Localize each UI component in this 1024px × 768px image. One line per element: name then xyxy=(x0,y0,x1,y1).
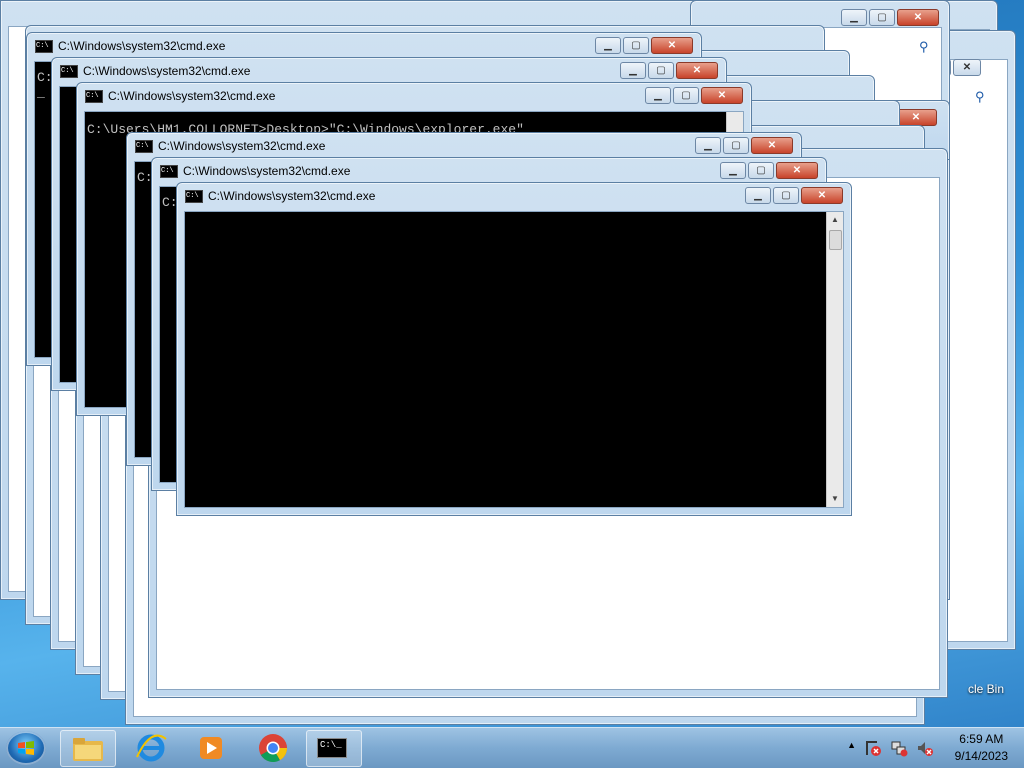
cmd-icon: C:\ xyxy=(85,89,103,103)
clock-time: 6:59 AM xyxy=(959,732,1004,746)
minimize-button[interactable]: ▁ xyxy=(620,62,646,79)
window-controls: ▁▢✕ xyxy=(695,137,793,154)
maximize-button[interactable]: ▢ xyxy=(723,137,749,154)
vertical-scrollbar[interactable]: ▲ ▼ xyxy=(826,212,843,507)
chrome-icon xyxy=(259,734,287,762)
internet-explorer-icon xyxy=(136,734,167,762)
close-button[interactable]: ✕ xyxy=(701,87,743,104)
cmd-icon: C:\ xyxy=(60,64,78,78)
maximize-button[interactable]: ▢ xyxy=(748,162,774,179)
title-bar: C:\ C:\Windows\system32\cmd.exe xyxy=(85,89,275,103)
close-button[interactable]: ✕ xyxy=(895,109,937,126)
folder-icon xyxy=(73,738,103,761)
console-area[interactable]: ▲ ▼ xyxy=(184,211,844,508)
minimize-button[interactable]: ▁ xyxy=(645,87,671,104)
window-controls: ▁▢✕ xyxy=(841,9,939,26)
scroll-up-arrow[interactable]: ▲ xyxy=(827,212,843,228)
minimize-button[interactable]: ▁ xyxy=(720,162,746,179)
cmd-icon: C:\_ xyxy=(317,738,347,758)
maximize-button[interactable]: ▢ xyxy=(648,62,674,79)
title-bar: C:\ C:\Windows\system32\cmd.exe xyxy=(160,164,350,178)
window-controls: ▁▢✕ xyxy=(745,187,843,204)
cmd-icon: C:\ xyxy=(160,164,178,178)
start-button[interactable] xyxy=(6,731,46,765)
recycle-bin-label[interactable]: cle Bin xyxy=(968,682,1004,696)
window-title: C:\Windows\system32\cmd.exe xyxy=(183,164,351,178)
close-button[interactable]: ✕ xyxy=(801,187,843,204)
window-controls: ▁▢✕ xyxy=(620,62,718,79)
taskbar-cmd-button[interactable]: C:\_ xyxy=(306,730,362,767)
maximize-button[interactable]: ▢ xyxy=(673,87,699,104)
title-bar: C:\ C:\Windows\system32\cmd.exe xyxy=(35,39,225,53)
maximize-button[interactable]: ▢ xyxy=(869,9,895,26)
close-button[interactable]: ✕ xyxy=(776,162,818,179)
network-icon[interactable] xyxy=(890,739,908,757)
clock-date: 9/14/2023 xyxy=(954,749,1008,763)
taskbar-media-player-button[interactable] xyxy=(184,730,238,765)
search-icon[interactable]: ⚲ xyxy=(975,89,991,105)
taskbar-explorer-button[interactable] xyxy=(60,730,116,767)
taskbar-ie-button[interactable] xyxy=(124,730,178,765)
window-controls: ▁▢✕ xyxy=(645,87,743,104)
minimize-button[interactable]: ▁ xyxy=(745,187,771,204)
title-bar: C:\ C:\Windows\system32\cmd.exe xyxy=(185,189,375,203)
taskbar-chrome-button[interactable] xyxy=(246,730,300,765)
scroll-down-arrow[interactable]: ▼ xyxy=(827,491,843,507)
minimize-button[interactable]: ▁ xyxy=(841,9,867,26)
close-button[interactable]: ✕ xyxy=(676,62,718,79)
cmd-window-6[interactable]: C:\ C:\Windows\system32\cmd.exe ▁ ▢ ✕ ▲ ▼ xyxy=(176,182,852,516)
close-button[interactable]: ✕ xyxy=(953,59,981,76)
cmd-icon: C:\ xyxy=(35,39,53,53)
search-icon[interactable]: ⚲ xyxy=(919,39,935,55)
title-bar: C:\ C:\Windows\system32\cmd.exe xyxy=(135,139,325,153)
window-title: C:\Windows\system32\cmd.exe xyxy=(83,64,251,78)
taskbar: C:\_ ▲ 6:59 AM 9/14/2023 xyxy=(0,727,1024,768)
volume-muted-icon[interactable] xyxy=(916,739,934,757)
show-hidden-icons-icon[interactable]: ▲ xyxy=(847,740,856,750)
close-button[interactable]: ✕ xyxy=(751,137,793,154)
window-controls: ▁▢✕ xyxy=(720,162,818,179)
window-title: C:\Windows\system32\cmd.exe xyxy=(158,139,326,153)
window-title: C:\Windows\system32\cmd.exe xyxy=(108,89,276,103)
window-controls: ▁▢✕ xyxy=(595,37,693,54)
cmd-icon: C:\ xyxy=(135,139,153,153)
close-button[interactable]: ✕ xyxy=(897,9,939,26)
windows-logo-icon xyxy=(18,741,34,755)
action-center-icon[interactable] xyxy=(864,739,882,757)
title-bar: C:\ C:\Windows\system32\cmd.exe xyxy=(60,64,250,78)
close-button[interactable]: ✕ xyxy=(651,37,693,54)
window-title: C:\Windows\system32\cmd.exe xyxy=(208,189,376,203)
clock[interactable]: 6:59 AM 9/14/2023 xyxy=(955,731,1008,765)
window-title: C:\Windows\system32\cmd.exe xyxy=(58,39,226,53)
minimize-button[interactable]: ▁ xyxy=(695,137,721,154)
console-cursor: _ xyxy=(37,85,45,100)
cmd-icon: C:\ xyxy=(185,189,203,203)
scroll-thumb[interactable] xyxy=(829,230,842,250)
maximize-button[interactable]: ▢ xyxy=(623,37,649,54)
media-player-icon xyxy=(200,737,222,759)
maximize-button[interactable]: ▢ xyxy=(773,187,799,204)
minimize-button[interactable]: ▁ xyxy=(595,37,621,54)
